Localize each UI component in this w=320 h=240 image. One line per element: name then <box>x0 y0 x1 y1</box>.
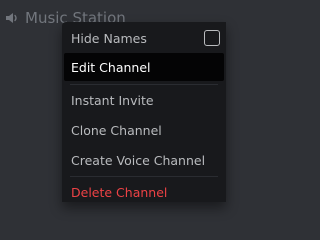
menu-item-instant-invite[interactable]: Instant Invite <box>64 86 224 114</box>
menu-item-label: Create Voice Channel <box>71 152 206 168</box>
menu-item-hide-names[interactable]: Hide Names <box>64 24 224 52</box>
menu-item-label: Instant Invite <box>71 92 154 108</box>
menu-item-edit-channel[interactable]: Edit Channel <box>64 53 224 81</box>
menu-item-delete-channel[interactable]: Delete Channel <box>64 178 224 202</box>
menu-item-label: Hide Names <box>71 30 147 46</box>
menu-item-label: Edit Channel <box>71 59 151 75</box>
menu-item-clone-channel[interactable]: Clone Channel <box>64 116 224 144</box>
menu-separator <box>70 84 218 85</box>
menu-item-label: Delete Channel <box>71 184 168 200</box>
hide-names-checkbox[interactable] <box>204 30 220 46</box>
speaker-icon <box>6 13 17 23</box>
menu-item-label: Clone Channel <box>71 122 162 138</box>
channel-context-menu: Hide Names Edit Channel Instant Invite C… <box>62 22 226 202</box>
menu-item-create-voice-channel[interactable]: Create Voice Channel <box>64 146 224 174</box>
menu-separator <box>70 176 218 177</box>
